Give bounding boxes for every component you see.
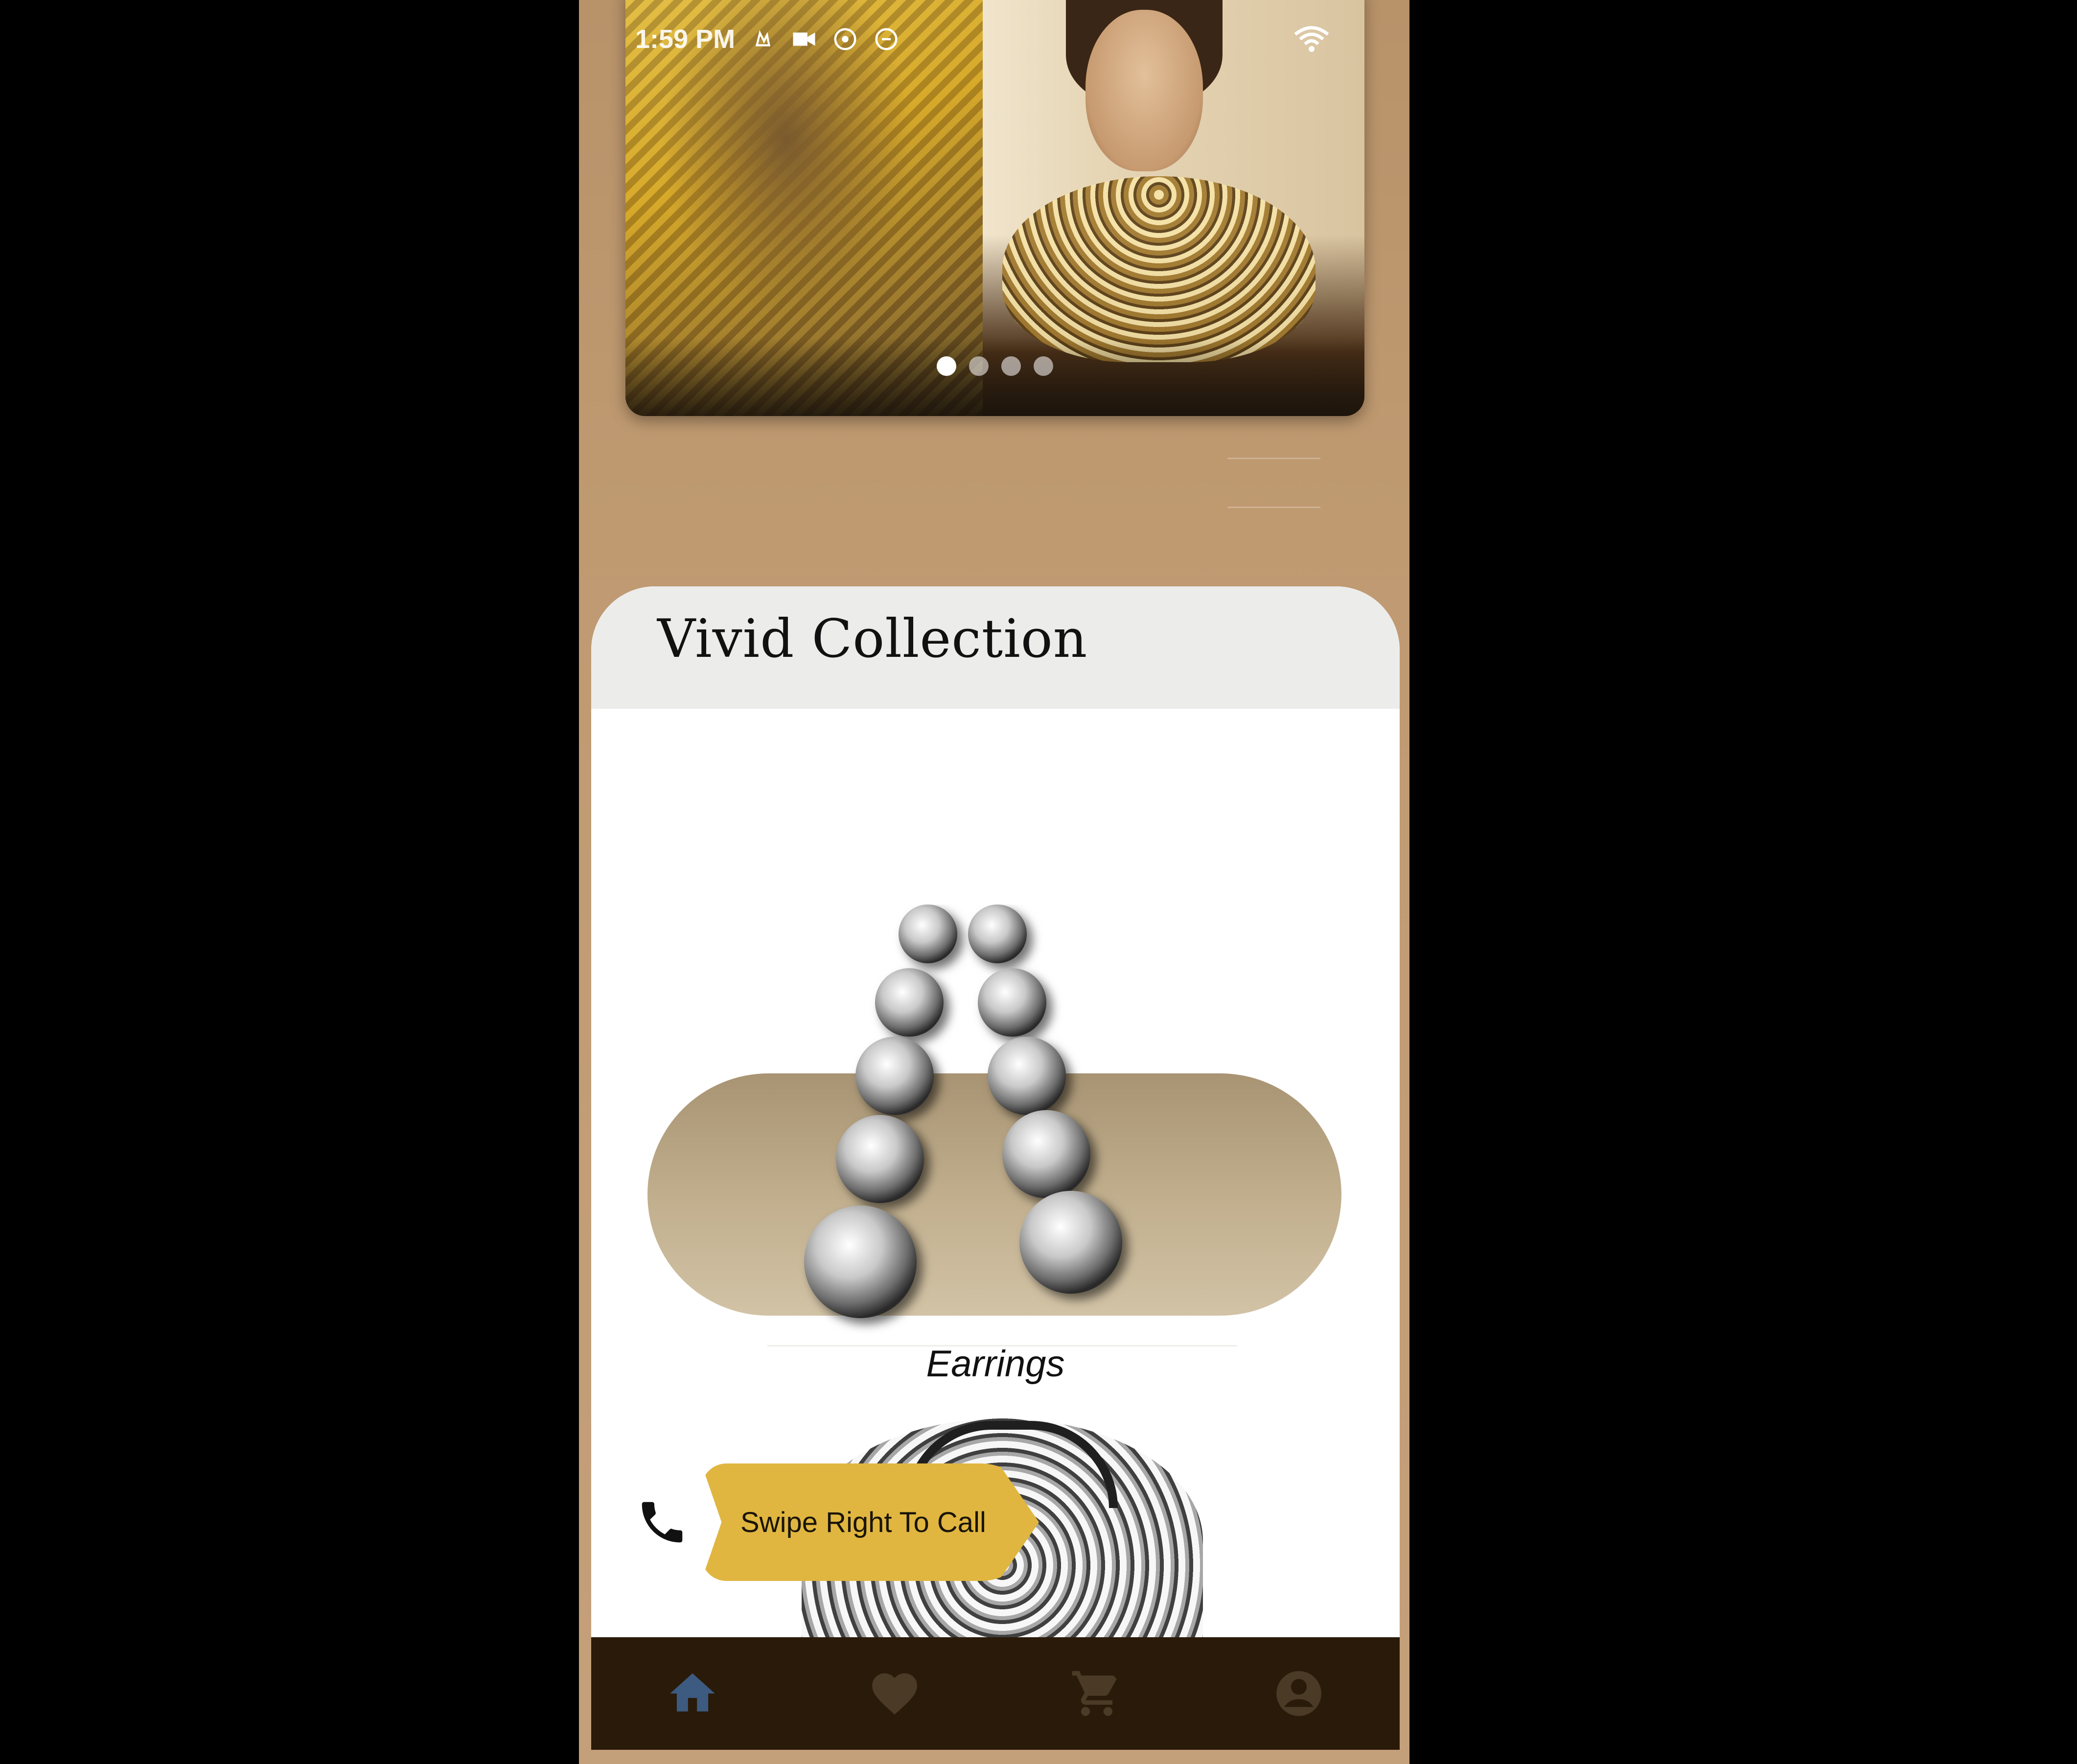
nav-home[interactable]	[658, 1659, 727, 1728]
divider-line	[1227, 458, 1320, 459]
collection-title: Vivid Collection	[657, 608, 1088, 670]
divider-line	[1227, 507, 1320, 508]
collection-header: Vivid Collection	[591, 586, 1400, 709]
carousel-dot-1[interactable]	[937, 356, 956, 376]
carousel-indicators	[625, 356, 1364, 376]
wifi-icon	[1292, 20, 1331, 59]
nav-cart[interactable]	[1062, 1659, 1131, 1728]
product-divider	[767, 1345, 1237, 1346]
status-bar: 1:59 PM	[635, 20, 900, 59]
banner-necklace	[1002, 176, 1315, 362]
cart-icon	[1072, 1671, 1117, 1716]
carousel-dot-2[interactable]	[969, 356, 989, 376]
product-name: Earrings	[926, 1343, 1065, 1385]
bottom-navigation	[591, 1637, 1400, 1750]
carousel-dot-3[interactable]	[1001, 356, 1021, 376]
product-card-earrings[interactable]: Earrings	[591, 709, 1400, 1385]
phone-icon[interactable]	[623, 1483, 701, 1561]
nav-favorites[interactable]	[860, 1659, 929, 1728]
banner-carousel[interactable]	[625, 0, 1364, 416]
profile-icon	[1276, 1671, 1321, 1716]
video-icon	[791, 26, 817, 52]
heart-icon	[872, 1673, 917, 1715]
sync-icon	[832, 26, 858, 52]
carousel-dot-4[interactable]	[1034, 356, 1053, 376]
banner-fade	[625, 338, 1364, 416]
notification-icon	[750, 26, 776, 52]
data-saver-icon	[873, 26, 900, 52]
swipe-to-call[interactable]: Swipe Right To Call	[623, 1463, 1063, 1581]
nav-profile[interactable]	[1265, 1659, 1333, 1728]
banner-face	[1085, 10, 1203, 171]
status-time: 1:59 PM	[635, 24, 736, 54]
home-icon	[669, 1673, 715, 1712]
swipe-call-label[interactable]: Swipe Right To Call	[701, 1463, 1039, 1581]
app-screen: 1:59 PM Vivid Collection Earrings Swipe …	[579, 0, 1409, 1764]
